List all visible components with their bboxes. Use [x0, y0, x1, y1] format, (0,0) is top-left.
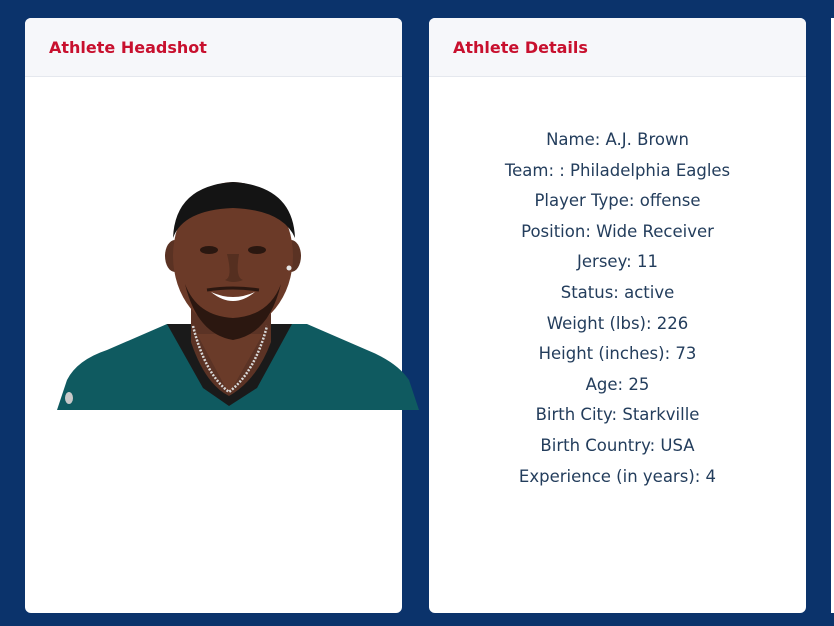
- headshot-card-header: Athlete Headshot: [25, 18, 402, 77]
- athlete-headshot-image: [57, 158, 419, 410]
- detail-height: Height (inches): 73: [538, 344, 697, 364]
- detail-team: Team: : Philadelphia Eagles: [504, 160, 731, 180]
- detail-birth-city: Birth City: Starkville: [535, 405, 700, 425]
- detail-jersey: Jersey: 11: [577, 252, 658, 272]
- detail-weight: Weight (lbs): 226: [546, 313, 689, 333]
- detail-birth-country: Birth Country: USA: [540, 435, 695, 455]
- headshot-card: Athlete Headshot: [25, 18, 419, 613]
- detail-age: Age: 25: [585, 374, 650, 394]
- details-card-header: Athlete Details: [429, 18, 806, 77]
- detail-experience: Experience (in years): 4: [518, 466, 717, 486]
- details-card: Athlete Details Name: A.J. Brown Team: :…: [429, 18, 806, 613]
- details-card-title: Athlete Details: [453, 37, 588, 57]
- headshot-card-title: Athlete Headshot: [49, 37, 207, 57]
- detail-position: Position: Wide Receiver: [521, 221, 714, 241]
- detail-name: Name: A.J. Brown: [546, 130, 689, 149]
- detail-player-type: Player Type: offense: [534, 191, 701, 211]
- detail-status: Status: active: [560, 282, 675, 302]
- details-list: Name: A.J. Brown Team: : Philadelphia Ea…: [429, 77, 806, 492]
